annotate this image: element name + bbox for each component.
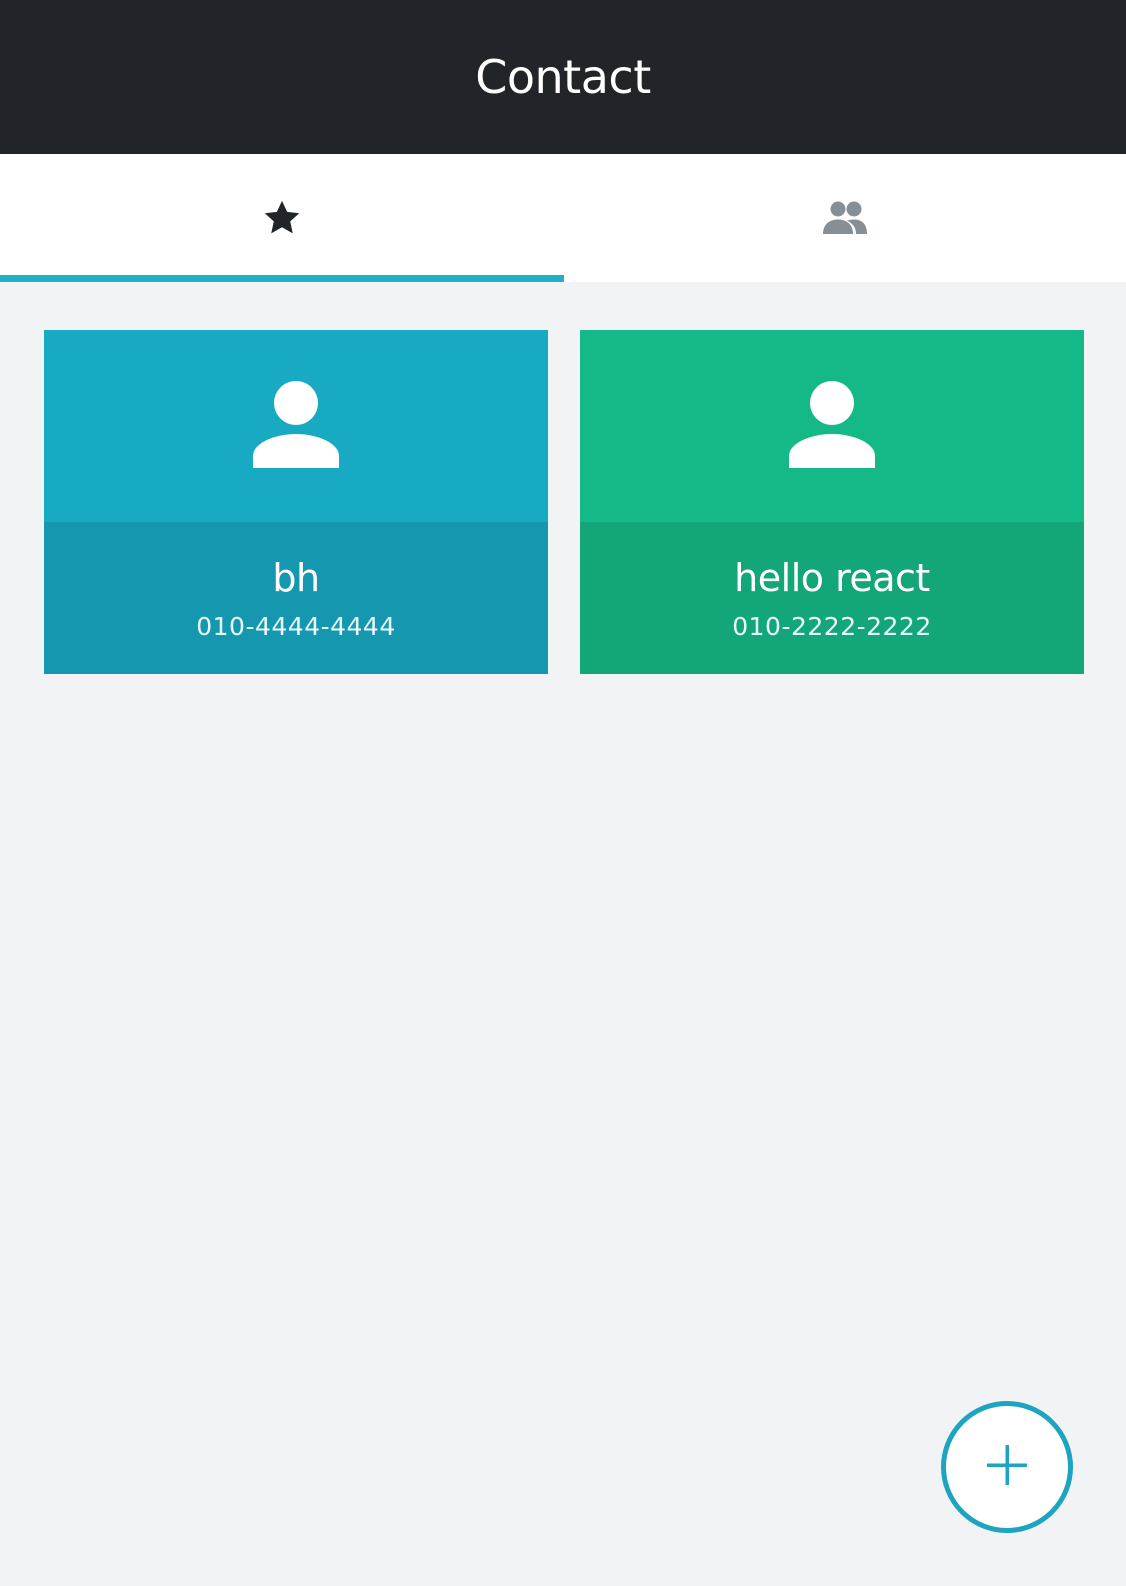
contact-card-info: bh 010-4444-4444 <box>44 522 548 674</box>
contact-card-avatar-area <box>580 330 1084 522</box>
people-icon <box>821 201 869 235</box>
page-title: Contact <box>475 50 651 104</box>
tab-people[interactable] <box>563 154 1126 282</box>
active-tab-indicator <box>0 275 564 282</box>
contact-name: bh <box>272 555 320 600</box>
contact-card-avatar-area <box>44 330 548 522</box>
contact-list: bh 010-4444-4444 hello react 010-2222-22… <box>44 330 1084 674</box>
star-icon <box>261 197 303 239</box>
contact-name: hello react <box>734 555 930 600</box>
contact-card[interactable]: bh 010-4444-4444 <box>44 330 548 674</box>
tab-bar <box>0 154 1126 282</box>
person-icon <box>789 380 875 472</box>
tab-favorites[interactable] <box>0 154 564 282</box>
contact-phone: 010-4444-4444 <box>196 611 396 641</box>
contact-phone: 010-2222-2222 <box>732 611 932 641</box>
contact-card[interactable]: hello react 010-2222-2222 <box>580 330 1084 674</box>
add-contact-button[interactable] <box>941 1401 1073 1533</box>
contact-card-info: hello react 010-2222-2222 <box>580 522 1084 674</box>
plus-icon <box>987 1445 1027 1489</box>
person-icon <box>253 380 339 472</box>
app-header: Contact <box>0 0 1126 154</box>
